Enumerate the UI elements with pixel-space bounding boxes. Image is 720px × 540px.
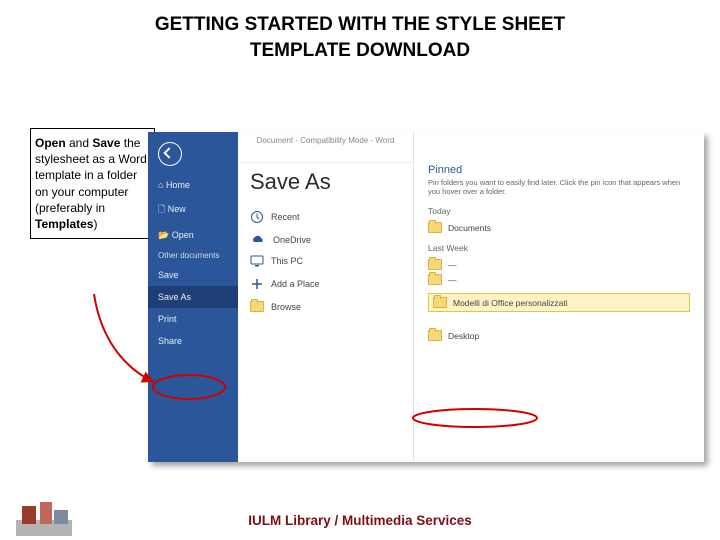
- rail-share[interactable]: Share: [148, 330, 238, 352]
- loc-browse[interactable]: Browse: [238, 296, 413, 317]
- plus-icon: [250, 277, 264, 291]
- save-as-heading: Save As: [250, 169, 413, 195]
- save-locations-column: Document - Compatibility Mode - Word Sav…: [238, 132, 414, 462]
- loc-onedrive[interactable]: OneDrive: [238, 229, 413, 250]
- pinned-hint: Pin folders you want to easily find late…: [428, 178, 690, 196]
- rail-open[interactable]: 📂 Open: [148, 224, 238, 247]
- pc-icon: [250, 255, 264, 267]
- folder-icon: [428, 274, 442, 285]
- callout-bold-open: Open: [35, 136, 66, 150]
- folder-icon: [250, 301, 264, 312]
- slide-title-line2: TEMPLATE DOWNLOAD: [250, 40, 470, 61]
- group-last-week: Last Week: [428, 243, 690, 253]
- loc-add-place[interactable]: Add a Place: [238, 272, 413, 296]
- group-today: Today: [428, 206, 690, 216]
- rail-save-as[interactable]: Save As: [148, 286, 238, 308]
- rail-home[interactable]: ⌂ Home: [148, 174, 238, 196]
- folder-icon: [428, 222, 442, 233]
- rail-print[interactable]: Print: [148, 308, 238, 330]
- clock-icon: [250, 210, 264, 224]
- loc-recent[interactable]: Recent: [238, 205, 413, 229]
- slide-footer: IULM Library / Multimedia Services: [248, 513, 472, 528]
- word-backstage-rail: ⌂ Home 🗋 New 📂 Open Other documents Save…: [148, 132, 238, 462]
- entry-documents[interactable]: Documents: [428, 220, 690, 235]
- instruction-callout: Open and Save the stylesheet as a Word t…: [30, 128, 155, 239]
- back-icon[interactable]: [158, 142, 182, 166]
- entry-generic-1[interactable]: —: [428, 257, 690, 272]
- loc-this-pc[interactable]: This PC: [238, 250, 413, 272]
- rail-save[interactable]: Save: [148, 264, 238, 286]
- entry-desktop[interactable]: Desktop: [428, 328, 690, 343]
- word-titlebar: Document - Compatibility Mode - Word: [238, 132, 413, 163]
- rail-new[interactable]: 🗋 New: [148, 196, 238, 224]
- callout-bold-save: Save: [92, 136, 120, 150]
- slide-title-line1: GETTING STARTED WITH THE STYLE SHEET: [155, 14, 565, 35]
- callout-bold-templates: Templates: [35, 217, 93, 231]
- folder-icon: [433, 297, 447, 308]
- recent-folders-column: Pinned Pin folders you want to easily fi…: [414, 132, 704, 462]
- pinned-heading: Pinned: [428, 164, 690, 176]
- word-screenshot: ⌂ Home 🗋 New 📂 Open Other documents Save…: [148, 132, 704, 462]
- folder-icon: [428, 259, 442, 270]
- folder-icon: [428, 330, 442, 341]
- cloud-icon: [250, 234, 266, 245]
- iulm-logo: [16, 498, 72, 536]
- rail-other-docs: Other documents: [148, 247, 238, 264]
- slide-title: GETTING STARTED WITH THE STYLE SHEET TEM…: [0, 12, 720, 63]
- entry-templates-highlighted[interactable]: Modelli di Office personalizzati: [428, 293, 690, 312]
- entry-generic-2[interactable]: —: [428, 272, 690, 287]
